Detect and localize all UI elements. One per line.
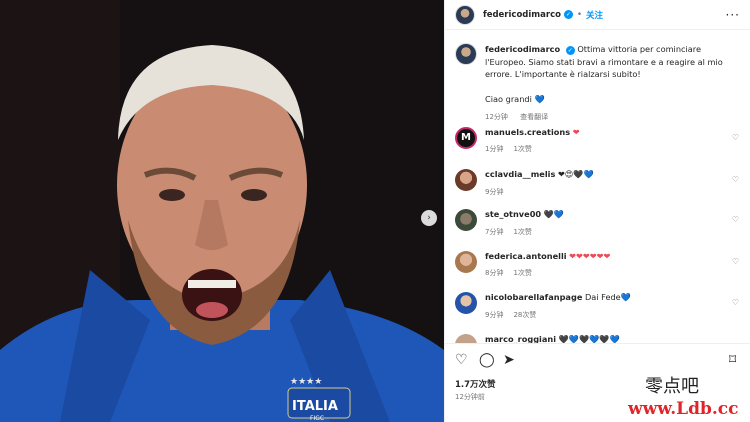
comment-username[interactable]: federica.antonelli — [485, 251, 567, 261]
comment-likes[interactable]: 1次赞 — [513, 145, 531, 153]
comment-username[interactable]: manuels.creations — [485, 127, 570, 137]
watermark-line1: 零点吧 — [645, 376, 699, 397]
player-illustration: ★★★★ ITALIA FIGC — [0, 0, 444, 422]
comment-item: M manuels.creations ❤ 1分钟 1次赞 ♡ — [455, 127, 741, 154]
post-photo[interactable]: ★★★★ ITALIA FIGC › — [0, 0, 444, 422]
comment-like-icon[interactable]: ♡ — [732, 215, 739, 224]
comment-text: 🖤💙🖤💙🖤💙 — [558, 334, 620, 343]
author-username[interactable]: federicodimarco — [483, 10, 561, 20]
post-time: 12分钟前 — [455, 393, 485, 401]
comment-likes[interactable]: 28次赞 — [513, 311, 536, 319]
separator: • — [576, 9, 582, 20]
post-side-panel: federicodimarco ✓ • 关注 ··· federicodimar… — [444, 0, 750, 422]
comment-avatar[interactable] — [455, 209, 477, 231]
next-image-button[interactable]: › — [421, 210, 437, 226]
translate-link[interactable]: 查看翻译 — [520, 113, 548, 121]
caption-username[interactable]: federicodimarco — [485, 44, 560, 54]
jersey-subtext: FIGC — [310, 415, 324, 422]
post-caption: federicodimarco ✓ Ottima vittoria per co… — [445, 31, 750, 124]
author-avatar[interactable] — [455, 4, 475, 25]
send-icon[interactable]: ➤ — [503, 352, 515, 368]
caption-avatar[interactable] — [455, 43, 477, 65]
comment-time: 1分钟 — [485, 145, 504, 153]
comment-avatar[interactable] — [455, 251, 477, 273]
comment-text: 🖤💙 — [543, 209, 565, 219]
svg-text:★★★★: ★★★★ — [290, 377, 322, 387]
jersey-text: ITALIA — [292, 399, 338, 414]
comment-text: ❤ — [572, 127, 580, 137]
comment-like-icon[interactable]: ♡ — [732, 133, 739, 142]
comment-likes[interactable]: 1次赞 — [513, 269, 531, 277]
comment-item: federica.antonelli ❤❤❤❤❤❤ 8分钟 1次赞 ♡ — [455, 251, 741, 278]
comment-item: cclavdia__melis ❤😍🖤💙 9分钟 ♡ — [455, 169, 741, 197]
post-header: federicodimarco ✓ • 关注 ··· — [445, 0, 750, 30]
comment-like-icon[interactable]: ♡ — [732, 257, 739, 266]
comment-time: 8分钟 — [485, 269, 504, 277]
comment-username[interactable]: ste_otnve00 — [485, 209, 541, 219]
comment-text: ❤😍🖤💙 — [557, 169, 594, 179]
comment-time: 9分钟 — [485, 188, 504, 196]
likes-count[interactable]: 1.7万次赞 — [455, 378, 496, 390]
watermark-line2: www.Ldb.cc — [628, 399, 739, 419]
verified-icon: ✓ — [563, 10, 573, 19]
comment-item: nicolobarellafanpage Dai Fede💙 9分钟 28次赞 ♡ — [455, 292, 741, 320]
comment-username[interactable]: marco_roggiani — [485, 334, 556, 343]
comment-username[interactable]: cclavdia__melis — [485, 169, 555, 179]
comment-avatar[interactable] — [455, 292, 477, 314]
comment-username[interactable]: nicolobarellafanpage — [485, 292, 582, 302]
caption-time: 12分钟 — [485, 113, 508, 121]
comment-like-icon[interactable]: ♡ — [732, 298, 739, 307]
comment-avatar[interactable]: M — [455, 127, 477, 149]
heart-icon[interactable]: ♡ — [455, 352, 468, 368]
verified-icon: ✓ — [565, 46, 575, 55]
bookmark-icon[interactable]: ⌑ — [729, 352, 736, 368]
follow-button[interactable]: 关注 — [586, 9, 603, 21]
comment-time: 9分钟 — [485, 311, 504, 319]
comment-text: ❤❤❤❤❤❤ — [569, 251, 611, 261]
comment-item: marco_roggiani 🖤💙🖤💙🖤💙 — [455, 334, 741, 343]
caption-signoff: Ciao grandi — [485, 93, 532, 104]
comment-icon[interactable]: ◯ — [479, 352, 495, 368]
blue-heart-emoji: 💙 — [534, 93, 545, 104]
comment-text: Dai Fede💙 — [584, 292, 631, 302]
comments-scroll-area[interactable]: federicodimarco ✓ Ottima vittoria per co… — [445, 31, 750, 343]
chevron-right-icon: › — [427, 213, 431, 223]
comment-item: ste_otnve00 🖤💙 7分钟 1次赞 ♡ — [455, 209, 741, 237]
comment-avatar[interactable] — [455, 169, 477, 191]
comment-likes[interactable]: 1次赞 — [513, 228, 531, 236]
comment-like-icon[interactable]: ♡ — [732, 175, 739, 184]
comment-time: 7分钟 — [485, 228, 504, 236]
more-horizontal-icon[interactable]: ··· — [726, 8, 740, 22]
comment-avatar[interactable] — [455, 334, 477, 343]
